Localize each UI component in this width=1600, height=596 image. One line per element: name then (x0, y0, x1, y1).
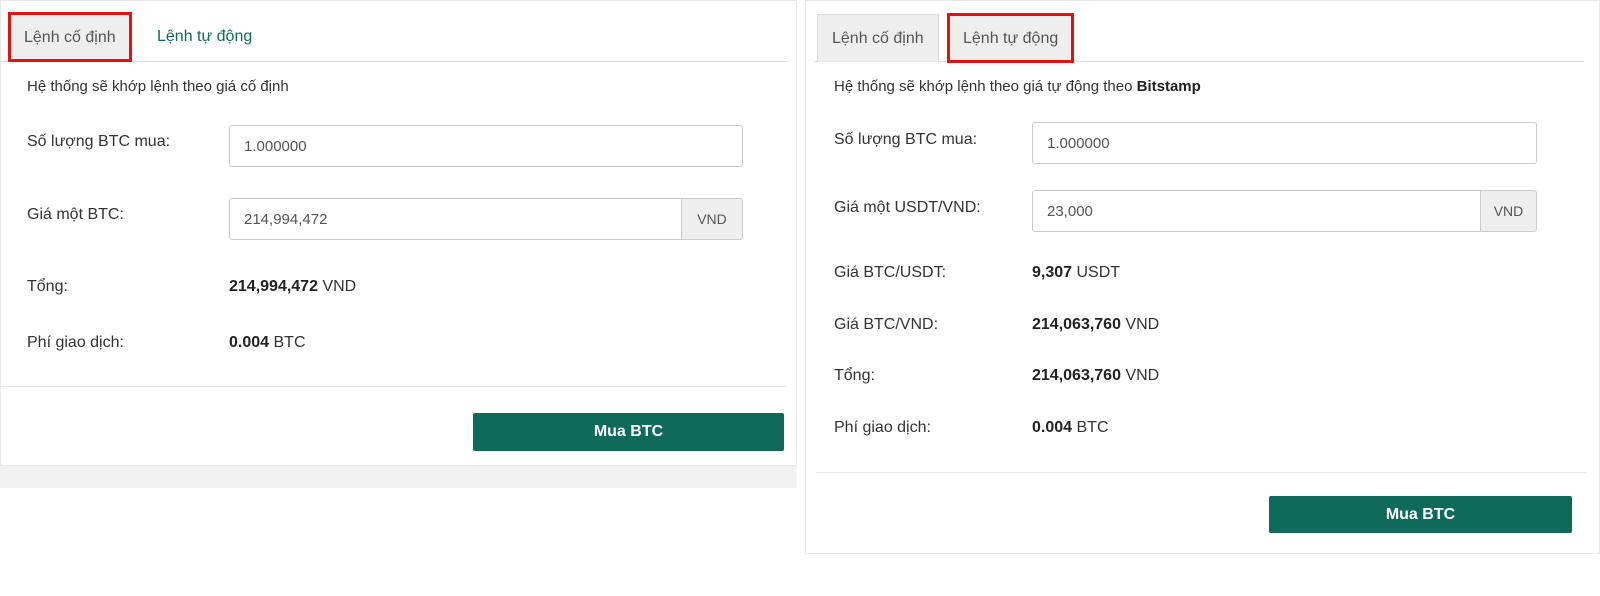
total-value: 214,994,472 VND (229, 278, 356, 296)
btc-price-group: VND (229, 198, 743, 240)
total-amount: 214,063,760 (1032, 367, 1121, 384)
tab-auto-order[interactable]: Lệnh tự động (946, 13, 1075, 63)
fee-label: Phí giao dịch: (834, 419, 931, 436)
btc-vnd-price-label: Giá BTC/VND: (834, 316, 939, 333)
order-description: Hệ thống sẽ khớp lệnh theo giá tự động t… (834, 78, 1201, 95)
page-background-strip (0, 466, 797, 488)
currency-addon: VND (681, 198, 743, 240)
fee-unit: BTC (273, 334, 306, 351)
buy-btc-button[interactable]: Mua BTC (1269, 496, 1572, 533)
total-value: 214,063,760 VND (1032, 367, 1159, 385)
total-label: Tổng: (27, 278, 68, 295)
divider (816, 472, 1586, 473)
tab-fixed-order[interactable]: Lệnh cố định (8, 12, 132, 62)
price-source: Bitstamp (1136, 78, 1201, 95)
total-label: Tổng: (834, 367, 875, 384)
btc-quantity-label: Số lượng BTC mua: (834, 131, 978, 148)
total-amount: 214,994,472 (229, 278, 318, 295)
order-type-tabs: Lệnh cố định Lệnh tự động (1, 1, 788, 62)
buy-btc-button[interactable]: Mua BTC (473, 413, 784, 451)
auto-order-panel: Lệnh cố định Lệnh tự động Hệ thống sẽ kh… (805, 0, 1600, 554)
fee-value: 0.004 BTC (229, 334, 306, 352)
btc-vnd-price-value: 214,063,760 VND (1032, 316, 1159, 334)
tab-fixed-order[interactable]: Lệnh cố định (817, 14, 939, 62)
btc-vnd-amount: 214,063,760 (1032, 316, 1121, 333)
fee-label: Phí giao dịch: (27, 334, 124, 351)
currency-addon: VND (1480, 190, 1537, 232)
order-description: Hệ thống sẽ khớp lệnh theo giá cố định (27, 78, 289, 95)
btc-quantity-input[interactable] (1032, 122, 1537, 164)
btc-usdt-price-label: Giá BTC/USDT: (834, 264, 947, 281)
usdt-vnd-rate-input[interactable] (1032, 190, 1480, 232)
fee-amount: 0.004 (229, 334, 270, 351)
btc-quantity-label: Số lượng BTC mua: (27, 133, 171, 150)
fixed-order-panel: Lệnh cố định Lệnh tự động Hệ thống sẽ kh… (0, 0, 797, 466)
total-unit: VND (1125, 367, 1160, 384)
btc-usdt-amount: 9,307 (1032, 264, 1073, 281)
description-text: Hệ thống sẽ khớp lệnh theo giá tự động t… (834, 78, 1133, 95)
divider (1, 386, 786, 387)
fee-unit: BTC (1076, 419, 1109, 436)
btc-price-label: Giá một BTC: (27, 206, 124, 223)
btc-usdt-price-value: 9,307 USDT (1032, 264, 1120, 282)
btc-quantity-input[interactable] (229, 125, 743, 167)
order-type-tabs: Lệnh cố định Lệnh tự động (814, 1, 1584, 63)
usdt-vnd-rate-group: VND (1032, 190, 1537, 232)
btc-price-input[interactable] (229, 198, 681, 240)
fee-value: 0.004 BTC (1032, 419, 1109, 437)
btc-usdt-unit: USDT (1076, 264, 1121, 281)
btc-vnd-unit: VND (1125, 316, 1160, 333)
fee-amount: 0.004 (1032, 419, 1073, 436)
tab-auto-order[interactable]: Lệnh tự động (143, 13, 266, 61)
usdt-vnd-rate-label: Giá một USDT/VND: (834, 199, 981, 216)
total-unit: VND (322, 278, 357, 295)
